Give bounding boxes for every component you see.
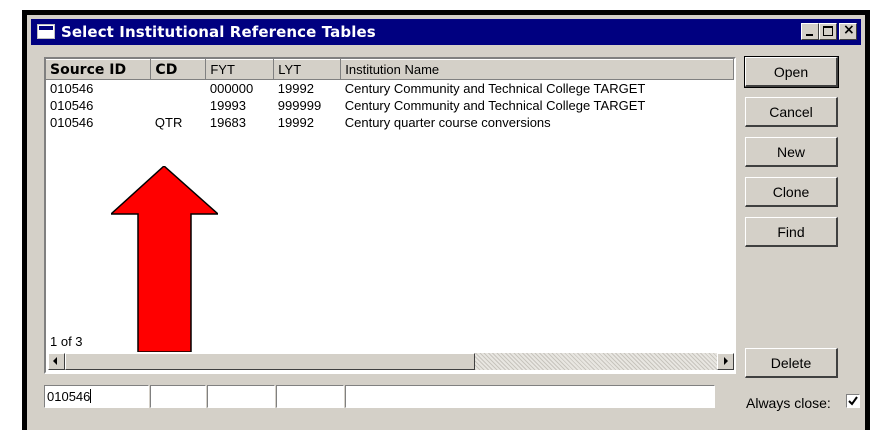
- always-close-label: Always close:: [746, 395, 831, 411]
- table-header-row: Source ID CD FYT LYT Institution Name: [46, 59, 734, 80]
- column-header-source-id[interactable]: Source ID: [46, 59, 152, 80]
- horizontal-scrollbar[interactable]: [48, 353, 734, 370]
- table-row[interactable]: 010546 QTR 19683 19992 Century quarter c…: [46, 114, 734, 131]
- minimize-icon[interactable]: [801, 23, 819, 40]
- column-header-institution-name[interactable]: Institution Name: [340, 59, 734, 80]
- cell-cd: [151, 80, 206, 97]
- cell-fyt: 19683: [209, 114, 247, 130]
- column-header-cd[interactable]: CD: [150, 59, 207, 80]
- scroll-track[interactable]: [475, 353, 717, 370]
- clone-button[interactable]: Clone: [745, 177, 838, 207]
- cell-fyt: 000000: [209, 80, 254, 96]
- cd-filter-input[interactable]: [150, 385, 206, 408]
- maximize-icon[interactable]: [819, 23, 837, 40]
- column-header-lyt[interactable]: LYT: [273, 59, 342, 80]
- source-id-filter-input[interactable]: 010546: [44, 385, 149, 408]
- red-up-arrow-annotation: [111, 166, 218, 352]
- text-caret: [90, 389, 92, 403]
- results-table: Source ID CD FYT LYT Institution Name 01…: [46, 59, 734, 131]
- lyt-filter-input[interactable]: [276, 385, 344, 408]
- window-title: Select Institutional Reference Tables: [61, 23, 376, 41]
- cell-lyt: 19992: [277, 80, 314, 96]
- cancel-button[interactable]: Cancel: [745, 97, 838, 127]
- cell-source-id: 010546: [50, 114, 94, 130]
- cell-institution-name: Century quarter course conversions: [344, 114, 551, 130]
- caption-buttons: ×: [801, 22, 857, 40]
- cell-lyt: 999999: [277, 97, 322, 113]
- scroll-left-button[interactable]: [48, 353, 65, 370]
- open-button[interactable]: Open: [744, 56, 839, 88]
- window-icon: [37, 24, 55, 39]
- column-header-fyt[interactable]: FYT: [205, 59, 275, 80]
- source-id-filter-value: 010546: [47, 389, 91, 404]
- cell-lyt: 19992: [277, 114, 314, 130]
- cell-source-id: 010546: [50, 80, 94, 96]
- cell-cd: [151, 97, 206, 114]
- cell-institution-name: Century Community and Technical College …: [344, 80, 646, 96]
- new-button[interactable]: New: [745, 137, 838, 167]
- record-count: 1 of 3: [50, 334, 83, 349]
- find-button[interactable]: Find: [745, 217, 838, 247]
- cell-cd: QTR: [154, 114, 183, 130]
- fyt-filter-input[interactable]: [207, 385, 275, 408]
- cell-source-id: 010546: [50, 97, 94, 113]
- delete-button[interactable]: Delete: [745, 348, 838, 378]
- arrow-right-icon: [724, 357, 728, 365]
- title-bar[interactable]: Select Institutional Reference Tables ×: [31, 19, 861, 45]
- scroll-right-button[interactable]: [717, 353, 734, 370]
- table-row[interactable]: 010546 000000 19992 Century Community an…: [46, 80, 734, 97]
- always-close-checkbox[interactable]: [846, 394, 860, 408]
- table-row[interactable]: 010546 19993 999999 Century Community an…: [46, 97, 734, 114]
- arrow-left-icon: [53, 357, 57, 365]
- close-icon[interactable]: ×: [839, 22, 857, 40]
- checkmark-icon: [848, 396, 858, 406]
- scroll-thumb[interactable]: [65, 353, 475, 370]
- cell-fyt: 19993: [209, 97, 247, 113]
- cell-institution-name: Century Community and Technical College …: [344, 97, 646, 113]
- institution-name-filter-input[interactable]: [345, 385, 715, 408]
